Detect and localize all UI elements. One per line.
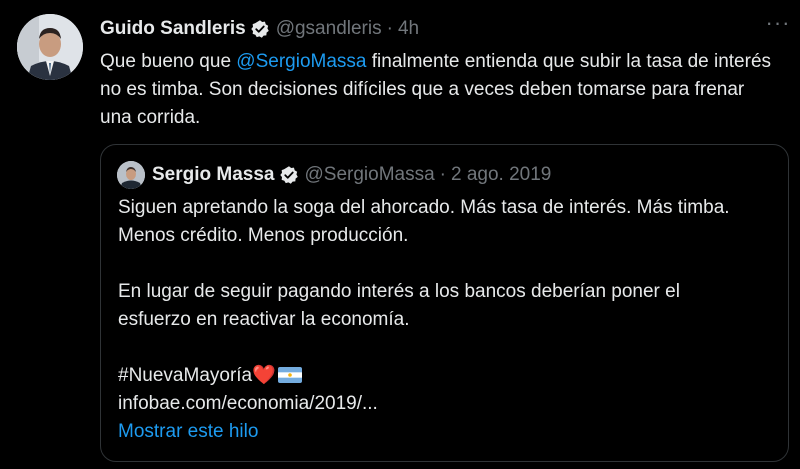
hashtag: #NuevaMayoría — [118, 365, 253, 386]
quoted-tweet-date: 2 ago. 2019 — [451, 164, 552, 185]
quoted-verified-badge-icon — [279, 166, 298, 184]
author-name[interactable]: Guido Sandleris — [100, 18, 246, 40]
quoted-separator-dot: · — [439, 164, 446, 185]
quoted-tweet[interactable]: Sergio Massa @SergioMassa · 2 ago. 2019 … — [100, 144, 789, 462]
tweet-timestamp[interactable]: 4h — [398, 18, 419, 40]
quoted-tweet-header: Sergio Massa @SergioMassa · 2 ago. 2019 — [117, 159, 551, 191]
mention-link[interactable]: @SergioMassa — [236, 51, 366, 72]
quoted-hashtag-line: #NuevaMayoría❤️ — [118, 362, 758, 390]
author-handle[interactable]: @gsandleris — [276, 18, 382, 40]
more-options-icon[interactable]: ··· — [763, 12, 793, 40]
verified-badge-icon — [250, 20, 269, 38]
tweet-text-before: Que bueno que — [100, 51, 237, 72]
quoted-paragraph-1: Siguen apretando la soga del ahorcado. M… — [118, 197, 730, 246]
author-avatar[interactable] — [17, 14, 83, 80]
quoted-paragraph-2: En lugar de seguir pagando interés a los… — [118, 281, 680, 330]
tweet-text: Que bueno que @SergioMassa finalmente en… — [100, 48, 780, 132]
separator-dot: · — [386, 18, 393, 39]
show-thread-link[interactable]: Mostrar este hilo — [118, 421, 258, 443]
quoted-tweet-text: Siguen apretando la soga del ahorcado. M… — [118, 194, 758, 418]
quoted-link: infobae.com/economia/2019/... — [118, 393, 378, 414]
heart-emoji: ❤️ — [252, 365, 276, 386]
quoted-author-handle: @SergioMassa — [304, 164, 435, 185]
quoted-author-avatar — [117, 161, 145, 189]
argentina-flag-icon — [277, 367, 302, 383]
quoted-author-name: Sergio Massa — [152, 164, 275, 185]
tweet-header: Guido Sandleris @gsandleris · 4h — [100, 15, 419, 43]
